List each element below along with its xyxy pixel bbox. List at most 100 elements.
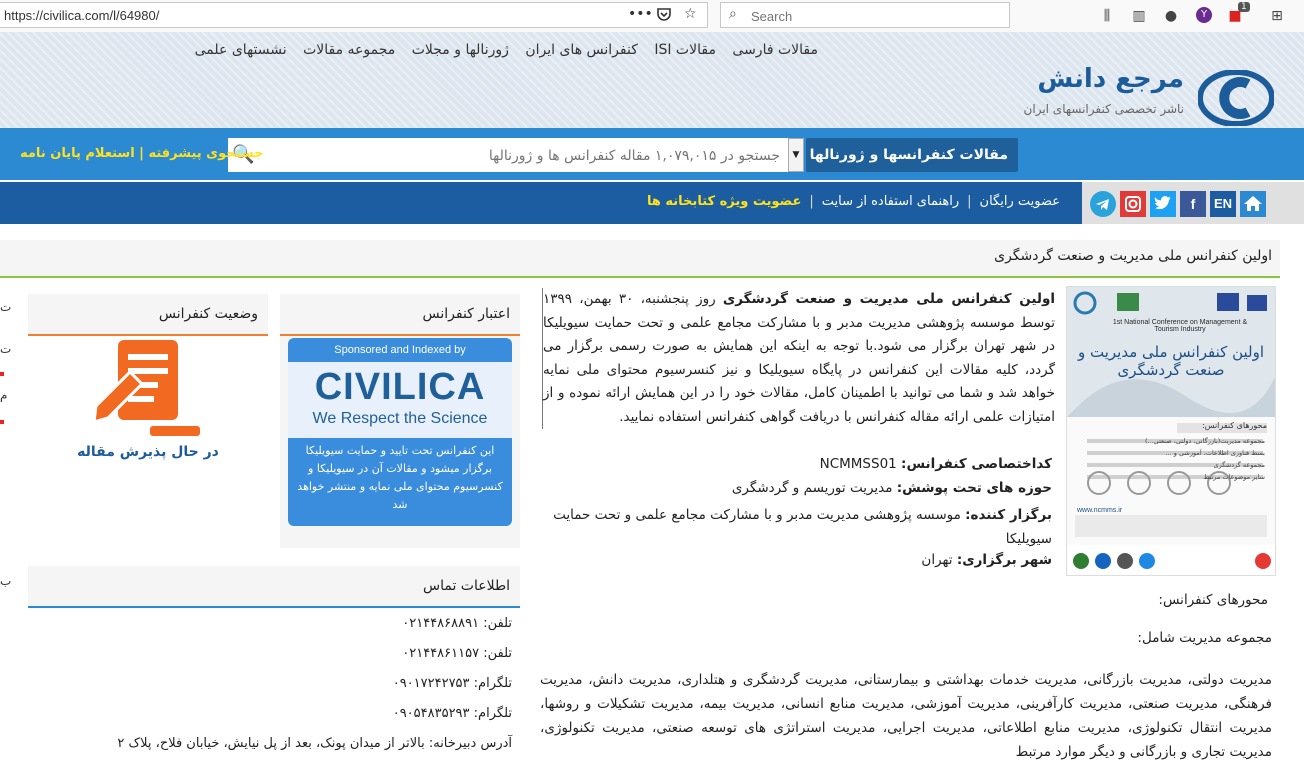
conference-description: اولین کنفرانس ملی مدیریت و صنعت گردشگری … bbox=[542, 288, 1055, 429]
social-box: f EN bbox=[1082, 182, 1304, 224]
nav-links: عضویت رایگان|راهنمای استفاده از سایت|عضو… bbox=[647, 194, 1060, 209]
nav-link-library-membership[interactable]: عضویت ویژه کتابخانه ها bbox=[647, 194, 801, 209]
contact-box: اطلاعات تماس تلفن: ۰۲۱۴۴۸۶۸۸۹۱ تلفن: ۰۲۱… bbox=[28, 566, 520, 751]
credit-box: اعتبار کنفرانس Sponsored and Indexed by … bbox=[280, 294, 520, 548]
nav-link-free-membership[interactable]: عضویت رایگان bbox=[980, 194, 1060, 209]
category-select[interactable]: مقالات کنفرانسها و ژورنالها داخلی bbox=[806, 138, 1018, 197]
poster-axes-title: محورهای کنفرانس: bbox=[1202, 421, 1267, 430]
conference-title-bar: اولین کنفرانس ملی مدیریت و صنعت گردشگری bbox=[0, 240, 1280, 278]
topnav-item[interactable]: مجموعه مقالات bbox=[303, 42, 395, 58]
url-bar[interactable]: https://civilica.com/l/64980/ ••• ☆ bbox=[0, 2, 708, 28]
edge-text: ت bbox=[0, 342, 12, 356]
credit-box-body: Sponsored and Indexed by CIVILICA We Res… bbox=[280, 336, 520, 548]
info-organizer-label: برگزار کننده: bbox=[965, 507, 1052, 523]
telegram-icon[interactable] bbox=[1090, 191, 1116, 217]
info-domain: حوزه های تحت پوشش: مدیریت توریسم و گردشگ… bbox=[732, 480, 1052, 496]
info-code: کداختصاصی کنفرانس: NCMMSS01 bbox=[820, 456, 1052, 472]
library-icon[interactable]: ⫼ bbox=[1098, 7, 1116, 25]
twitter-icon[interactable] bbox=[1150, 191, 1176, 217]
topnav-item[interactable]: مقالات ISI bbox=[654, 42, 716, 58]
sidebar-icon[interactable]: ▥ bbox=[1130, 7, 1148, 25]
axes-group: مجموعه مدیریت شامل: bbox=[1137, 630, 1272, 646]
info-city: شهر برگزاری: تهران bbox=[921, 552, 1052, 568]
pocket-icon[interactable] bbox=[656, 6, 672, 26]
contact-line: تلفن: ۰۲۱۴۴۸۶۸۸۹۱ bbox=[402, 616, 512, 631]
conference-poster[interactable]: 1st National Conference on Management & … bbox=[1066, 286, 1276, 576]
instagram-icon[interactable] bbox=[1120, 191, 1146, 217]
sponsor-tagline: We Respect the Science bbox=[312, 410, 488, 427]
edge-text: ب bbox=[0, 574, 12, 588]
contact-value[interactable]: ۰۹۰۵۴۸۳۵۲۹۳ bbox=[393, 706, 470, 721]
contact-line: تلفن: ۰۲۱۴۴۸۶۱۱۵۷ bbox=[402, 646, 512, 661]
main-search-input[interactable] bbox=[258, 138, 782, 174]
contact-value[interactable]: ۰۹۰۱۷۲۴۲۷۵۳ bbox=[393, 676, 470, 691]
status-box-body: در حال پذیرش مقاله bbox=[28, 336, 268, 548]
poster-axis-item: سایر موضوعات مرتبط bbox=[1203, 473, 1265, 481]
edge-bullet bbox=[0, 420, 4, 424]
nav-link-guide[interactable]: راهنمای استفاده از سایت bbox=[822, 194, 959, 209]
contact-line: تلگرام: ۰۹۰۵۴۸۳۵۲۹۳ bbox=[393, 706, 512, 721]
contact-value[interactable]: ۰۲۱۴۴۸۶۸۸۹۱ bbox=[402, 616, 479, 631]
bookmark-star-icon[interactable]: ☆ bbox=[684, 6, 697, 22]
info-code-value: NCMMSS01 bbox=[819, 456, 897, 472]
contact-label: تلگرام: bbox=[473, 706, 512, 721]
sponsor-brand: CIVILICA bbox=[314, 366, 486, 408]
contact-value[interactable]: ۰۲۱۴۴۸۶۱۱۵۷ bbox=[402, 646, 479, 661]
extensions-menu-icon[interactable]: ⊞ bbox=[1268, 7, 1286, 25]
status-label: در حال پذیرش مقاله bbox=[77, 444, 219, 460]
contact-line: آدرس دبیرخانه: بالاتر از میدان پونک، بعد… bbox=[117, 736, 512, 751]
info-domain-value: مدیریت توریسم و گردشگری bbox=[731, 480, 893, 496]
poster-axis-item: مجموعه مدیریت(بازرگانی، دولتی، صنعتی...) bbox=[1144, 437, 1265, 445]
contact-box-heading: اطلاعات تماس bbox=[28, 566, 520, 608]
site-header: مقالات فارسی مقالات ISI کنفرانس های ایرا… bbox=[0, 32, 1304, 128]
civilica-logo-icon[interactable] bbox=[1197, 69, 1275, 127]
sponsor-badge[interactable]: Sponsored and Indexed by CIVILICA We Res… bbox=[288, 338, 512, 526]
url-text[interactable]: https://civilica.com/l/64980/ bbox=[4, 8, 159, 23]
info-code-label: کداختصاصی کنفرانس: bbox=[901, 456, 1052, 472]
topnav-item[interactable]: ژورنالها و مجلات bbox=[412, 42, 509, 58]
poster-axis-item: بسط فناوری اطلاعات، آموزشی و ... bbox=[1165, 449, 1265, 457]
search-links[interactable]: جستجوی پیشرفته | استعلام پایان نامه bbox=[20, 146, 264, 161]
contact-label: آدرس دبیرخانه: bbox=[428, 736, 512, 751]
poster-site: www.ncmms.ir bbox=[1077, 507, 1123, 514]
sponsor-top-text: Sponsored and Indexed by bbox=[334, 344, 466, 356]
description-strong: اولین کنفرانس ملی مدیریت و صنعت گردشگری bbox=[722, 291, 1055, 307]
info-organizer: برگزار کننده: موسسه پژوهشی مدیریت مدبر و… bbox=[542, 504, 1052, 551]
language-en-button[interactable]: EN bbox=[1210, 191, 1236, 217]
sponsor-brand-panel: CIVILICA We Respect the Science bbox=[288, 362, 512, 438]
contact-value: بالاتر از میدان پونک، بعد از پل نیایش، خ… bbox=[117, 736, 425, 751]
contact-label: تلفن: bbox=[483, 646, 512, 661]
brand-title[interactable]: مرجع دانش bbox=[1037, 64, 1184, 94]
contact-line: تلگرام: ۰۹۰۱۷۲۴۲۷۵۳ bbox=[393, 676, 512, 691]
facebook-icon[interactable]: f bbox=[1180, 191, 1206, 217]
status-box-heading: وضعیت کنفرانس bbox=[28, 294, 268, 336]
extension-y-icon[interactable]: Y bbox=[1196, 7, 1212, 23]
browser-toolbar: https://civilica.com/l/64980/ ••• ☆ ⌕ ⫼ … bbox=[0, 0, 1304, 33]
browser-search-input[interactable] bbox=[749, 6, 1003, 26]
contact-box-body: تلفن: ۰۲۱۴۴۸۶۸۸۹۱ تلفن: ۰۲۱۴۴۸۶۱۱۵۷ تلگر… bbox=[28, 608, 520, 751]
page-title: اولین کنفرانس ملی مدیریت و صنعت گردشگری bbox=[994, 248, 1272, 264]
poster-axis-item: مجموعه گردشگری bbox=[1213, 461, 1265, 469]
edge-bullet bbox=[0, 372, 4, 376]
home-icon[interactable] bbox=[1240, 191, 1266, 217]
description-text: روز پنجشنبه، ۳۰ بهمن، ۱۳۹۹ توسط موسسه پژ… bbox=[543, 291, 1055, 425]
more-actions-icon[interactable]: ••• bbox=[628, 6, 653, 22]
poster-heading-en: 1st National Conference on Management & … bbox=[1112, 319, 1248, 333]
contact-label: تلفن: bbox=[483, 616, 512, 631]
info-city-value: تهران bbox=[921, 552, 953, 568]
main-search-box[interactable]: 🔍 bbox=[228, 138, 788, 174]
chevron-down-icon[interactable]: ▼ bbox=[788, 138, 804, 172]
axes-heading: محورهای کنفرانس: bbox=[1158, 592, 1268, 608]
info-city-label: شهر برگزاری: bbox=[956, 552, 1052, 568]
topnav-item[interactable]: مقالات فارسی bbox=[732, 42, 818, 58]
credit-box-heading: اعتبار کنفرانس bbox=[280, 294, 520, 336]
topnav-item[interactable]: نشستهای علمی bbox=[195, 42, 287, 58]
top-navigation: مقالات فارسی مقالات ISI کنفرانس های ایرا… bbox=[183, 42, 818, 58]
contact-label: تلگرام: bbox=[473, 676, 512, 691]
poster-heading-fa: اولین کنفرانس ملی مدیریت و صنعت گردشگری bbox=[1077, 343, 1264, 379]
account-icon[interactable]: ● bbox=[1162, 7, 1180, 25]
topnav-item[interactable]: کنفرانس های ایران bbox=[525, 42, 638, 58]
poster-axes-list: مجموعه مدیریت(بازرگانی، دولتی، صنعتی...)… bbox=[1145, 435, 1265, 483]
document-edit-icon bbox=[90, 336, 206, 440]
browser-search-box[interactable]: ⌕ bbox=[720, 2, 1010, 28]
